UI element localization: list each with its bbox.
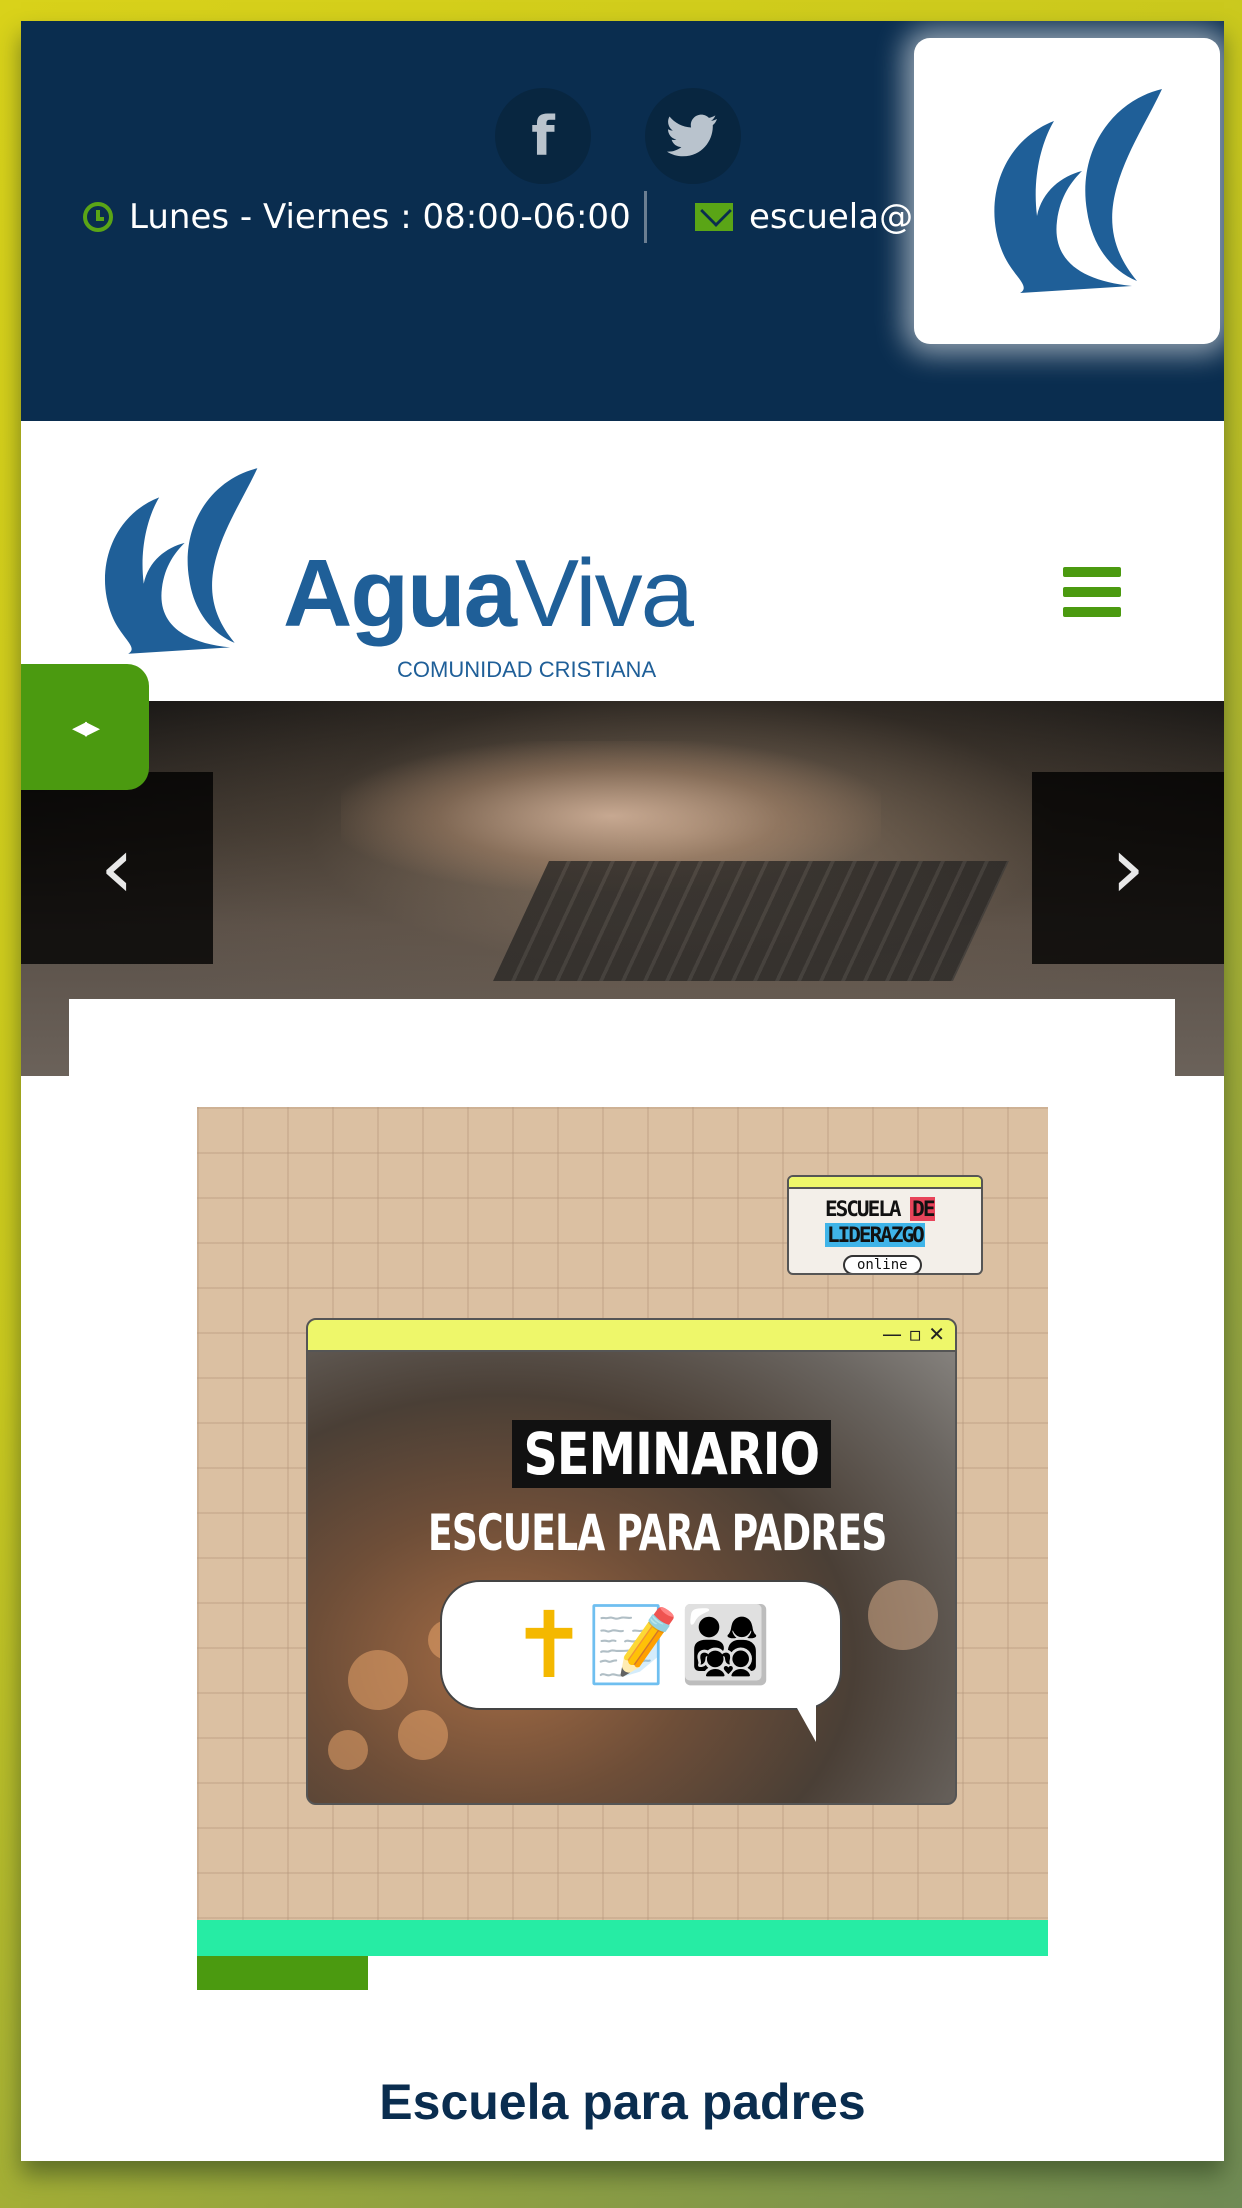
- badge-window-bar: [789, 1177, 981, 1189]
- seminar-window: — ▫ ✕ SEMINARIO ESCUELA PARA PADRES ✝ 📝👨…: [306, 1318, 957, 1805]
- content-card-top: [69, 999, 1175, 1099]
- badge-online: online: [843, 1255, 922, 1273]
- floating-logo-badge[interactable]: [914, 38, 1220, 344]
- brand-name-bold: Agua: [283, 540, 517, 647]
- aguaviva-logo-icon: [104, 468, 258, 654]
- brand-logo-mark[interactable]: [71, 461, 271, 666]
- post-featured-image[interactable]: ESCUELA DE LIDERAZGO online — ▫ ✕ SEMINA…: [197, 1107, 1048, 1920]
- badge-de: DE: [910, 1197, 935, 1221]
- badge-line-2: LIDERAZGO: [825, 1223, 925, 1247]
- envelope-icon: [695, 203, 733, 231]
- chevron-left-icon: ‹: [99, 818, 135, 918]
- seminar-window-bar: [308, 1320, 955, 1352]
- speech-bubble-tail: [788, 1692, 816, 1742]
- left-right-arrows-icon: ◂▸: [71, 709, 100, 745]
- business-hours-text: Lunes - Viernes : 08:00-06:00: [129, 197, 631, 237]
- contact-email-text[interactable]: escuela@c: [749, 197, 932, 237]
- facebook-icon[interactable]: f: [495, 88, 591, 184]
- post-title[interactable]: Escuela para padres: [21, 2073, 1224, 2131]
- badge-line-1: ESCUELA DE: [825, 1197, 935, 1221]
- twitter-icon[interactable]: [645, 88, 741, 184]
- menu-hamburger-icon[interactable]: [1063, 567, 1121, 617]
- topbar-divider: [644, 191, 647, 243]
- emoji-speech-bubble: ✝ 📝👨‍👩‍👧‍👦: [440, 1580, 842, 1710]
- clock-icon: [83, 202, 113, 232]
- cross-icon: ✝: [510, 1591, 588, 1699]
- twitter-bird-icon: [667, 114, 717, 157]
- family-emoji-icon: 📝👨‍👩‍👧‍👦: [587, 1601, 772, 1688]
- slider-next-button[interactable]: ›: [1032, 772, 1224, 964]
- brand-tagline: COMUNIDAD CRISTIANA: [397, 657, 657, 682]
- brand-name[interactable]: AguaViva: [283, 539, 694, 649]
- page-frame: f Lunes - Viernes : 08:00-06:00 escuela@…: [21, 21, 1224, 2161]
- aguaviva-mark-icon: [994, 89, 1162, 293]
- liderazgo-badge: ESCUELA DE LIDERAZGO online: [787, 1175, 983, 1275]
- seminar-subtitle: ESCUELA PARA PADRES: [428, 1504, 887, 1562]
- window-controls-icon: — ▫ ✕: [881, 1322, 945, 1346]
- post-category-bar: [197, 1956, 368, 1990]
- slide-image-keyboard: [493, 861, 1009, 981]
- hamburger-line: [1063, 567, 1121, 577]
- site-header: AguaViva COMUNIDAD CRISTIANA: [21, 421, 1224, 701]
- badge-escuela: ESCUELA: [825, 1197, 902, 1221]
- seminar-title: SEMINARIO: [512, 1420, 831, 1488]
- bokeh-light: [398, 1710, 448, 1760]
- slider-prev-button[interactable]: ‹: [21, 772, 213, 964]
- hamburger-line: [1063, 607, 1121, 617]
- poster-accent-stripe: [197, 1920, 1048, 1956]
- brand-name-light: Viva: [515, 540, 694, 647]
- contact-email[interactable]: escuela@c: [695, 193, 935, 241]
- bokeh-light: [328, 1730, 368, 1770]
- top-bar: f Lunes - Viernes : 08:00-06:00 escuela@…: [21, 21, 1224, 421]
- style-switcher-toggle[interactable]: ◂▸: [21, 664, 149, 790]
- chevron-right-icon: ›: [1110, 818, 1146, 918]
- business-hours: Lunes - Viernes : 08:00-06:00: [83, 193, 631, 241]
- bokeh-light: [348, 1650, 408, 1710]
- bokeh-light: [868, 1580, 938, 1650]
- hamburger-line: [1063, 587, 1121, 597]
